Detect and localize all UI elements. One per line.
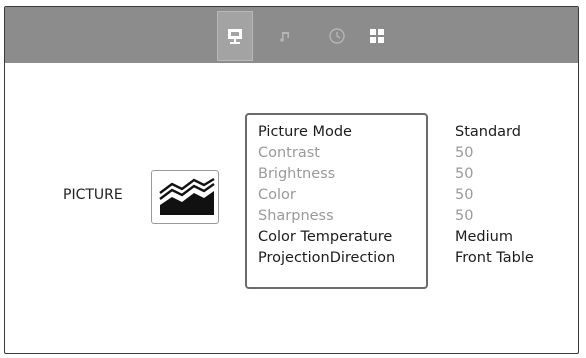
tab-apps[interactable] bbox=[359, 11, 395, 61]
setting-color-value: 50 bbox=[455, 187, 474, 203]
settings-window: PICTURE Picture Mode Standard Contrast 5… bbox=[4, 6, 579, 354]
tab-sound[interactable] bbox=[267, 11, 303, 61]
setting-sharpness: Sharpness bbox=[258, 208, 334, 224]
setting-picture-mode[interactable]: Picture Mode bbox=[258, 123, 352, 141]
setting-brightness-value: 50 bbox=[455, 166, 474, 182]
picture-mode-icon bbox=[151, 170, 219, 224]
setting-projection-direction[interactable]: ProjectionDirection bbox=[258, 249, 395, 267]
setting-brightness: Brightness bbox=[258, 166, 336, 182]
setting-picture-mode-value: Standard bbox=[455, 124, 521, 140]
setting-contrast-value: 50 bbox=[455, 145, 474, 161]
setting-sharpness-value: 50 bbox=[455, 208, 474, 224]
setting-projection-direction-value: Front Table bbox=[455, 250, 534, 266]
tab-picture[interactable] bbox=[217, 11, 253, 61]
top-tab-bar bbox=[5, 7, 578, 63]
section-label: PICTURE bbox=[63, 187, 123, 203]
grid-apps-icon bbox=[370, 29, 384, 43]
music-note-icon bbox=[280, 32, 289, 42]
tab-time[interactable] bbox=[319, 11, 355, 61]
setting-color-temperature[interactable]: Color Temperature bbox=[258, 228, 392, 246]
setting-color: Color bbox=[258, 187, 296, 203]
setting-color-temperature-value: Medium bbox=[455, 229, 513, 245]
setting-contrast: Contrast bbox=[258, 145, 320, 161]
display-icon bbox=[228, 29, 242, 44]
clock-icon bbox=[329, 28, 345, 44]
